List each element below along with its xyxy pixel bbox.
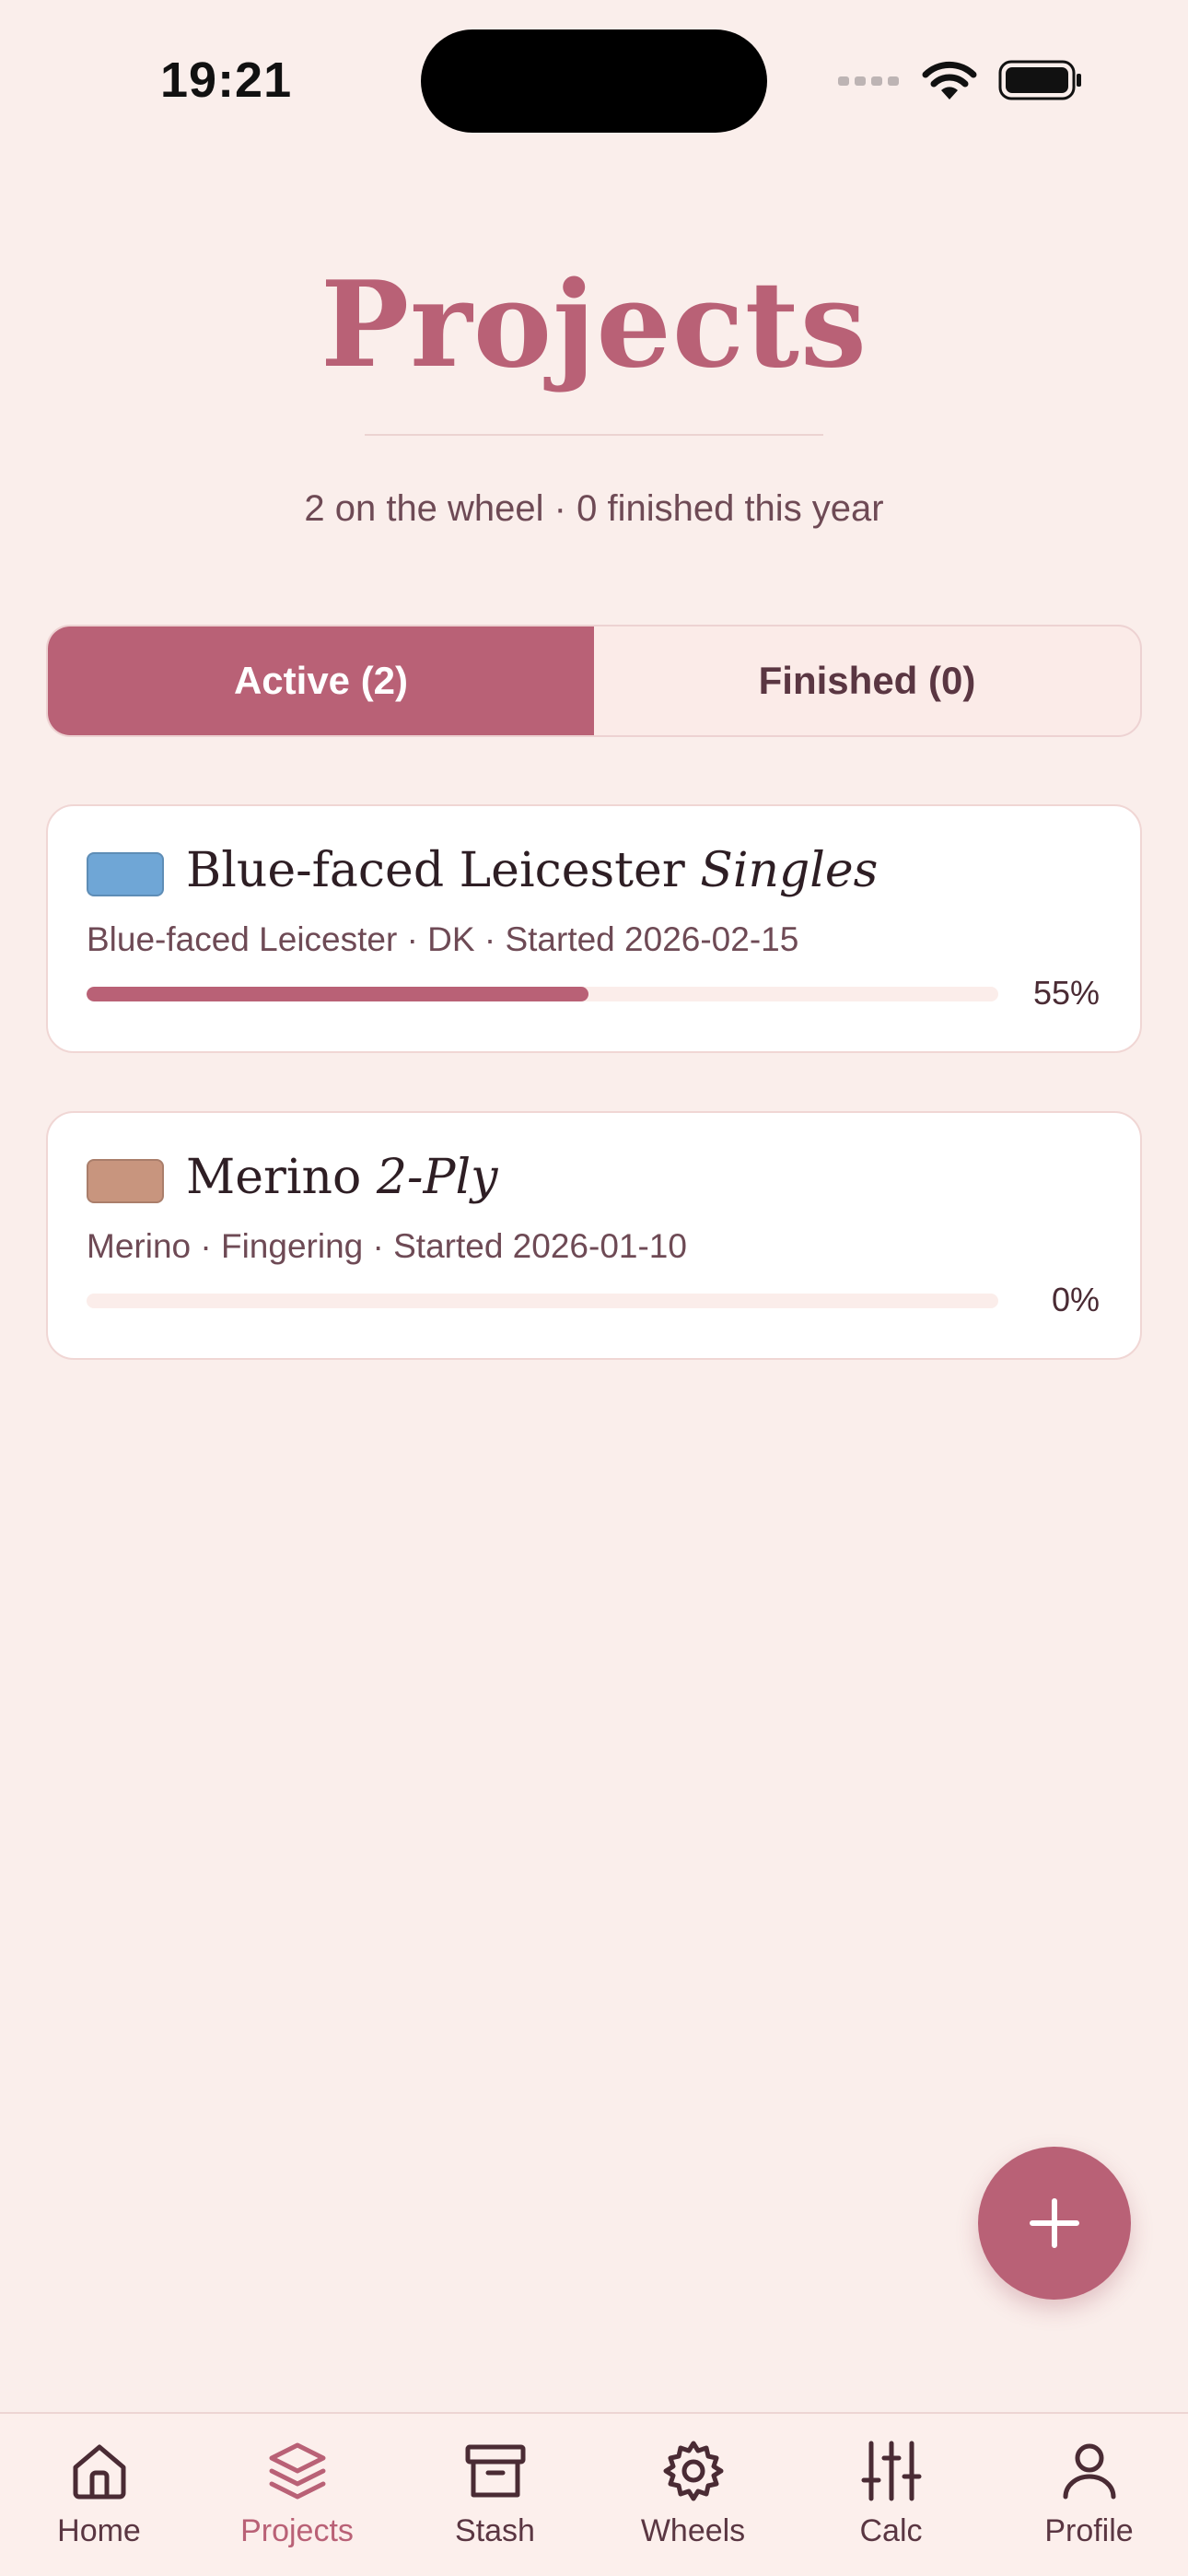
project-card[interactable]: Blue-faced Leicester Singles Blue-faced … bbox=[46, 804, 1142, 1053]
sliders-icon bbox=[861, 2441, 921, 2501]
project-meta: Merino · Fingering · Started 2026-01-10 bbox=[87, 1227, 687, 1265]
progress-bar bbox=[87, 987, 998, 1001]
status-icons bbox=[838, 57, 1083, 103]
yarn-color-swatch bbox=[87, 1159, 164, 1203]
tab-label: Stash bbox=[455, 2513, 535, 2548]
page-subtitle: 2 on the wheel · 0 finished this year bbox=[304, 488, 884, 529]
tab-projects[interactable]: Projects bbox=[198, 2414, 396, 2576]
title-divider bbox=[365, 434, 823, 436]
wifi-icon bbox=[922, 61, 977, 100]
plus-icon bbox=[1030, 2198, 1079, 2248]
project-ply-style: Singles bbox=[700, 843, 879, 898]
battery-icon bbox=[998, 60, 1081, 100]
progress-bar bbox=[87, 1294, 998, 1308]
tab-label: Calc bbox=[859, 2513, 923, 2548]
project-fiber-name: Blue-faced Leicester bbox=[186, 843, 685, 898]
archive-box-icon bbox=[465, 2444, 525, 2498]
tab-finished-projects[interactable]: Finished (0) bbox=[594, 626, 1140, 735]
tab-label: Home bbox=[57, 2513, 141, 2548]
project-title: Merino 2-Ply bbox=[186, 1150, 498, 1205]
home-icon bbox=[73, 2444, 125, 2500]
tab-label: Profile bbox=[1044, 2513, 1134, 2548]
project-title: Blue-faced Leicester Singles bbox=[186, 843, 878, 898]
progress-percent: 55% bbox=[1032, 974, 1100, 1012]
tab-label: Wheels bbox=[640, 2513, 746, 2548]
layers-icon bbox=[269, 2442, 325, 2500]
add-project-button[interactable] bbox=[978, 2147, 1131, 2300]
cellular-signal-icon bbox=[838, 76, 899, 86]
yarn-color-swatch bbox=[87, 852, 164, 896]
project-card[interactable]: Merino 2-Ply Merino · Fingering · Starte… bbox=[46, 1111, 1142, 1360]
status-time: 19:21 bbox=[160, 53, 293, 108]
tab-profile[interactable]: Profile bbox=[990, 2414, 1188, 2576]
tab-active-projects[interactable]: Active (2) bbox=[48, 626, 594, 735]
tab-stash[interactable]: Stash bbox=[396, 2414, 594, 2576]
project-filter-segmented-control: Active (2) Finished (0) bbox=[46, 625, 1142, 737]
progress-fill bbox=[87, 987, 588, 1001]
tab-wheels[interactable]: Wheels bbox=[594, 2414, 792, 2576]
tab-label: Projects bbox=[240, 2513, 354, 2548]
project-ply-style: 2-Ply bbox=[376, 1150, 498, 1205]
tab-calc[interactable]: Calc bbox=[792, 2414, 990, 2576]
project-meta: Blue-faced Leicester · DK · Started 2026… bbox=[87, 920, 799, 958]
progress-percent: 0% bbox=[1051, 1281, 1100, 1318]
dynamic-island bbox=[421, 29, 767, 133]
project-fiber-name: Merino bbox=[186, 1150, 362, 1205]
user-icon bbox=[1063, 2443, 1115, 2500]
gear-icon bbox=[663, 2441, 723, 2501]
page-title: Projects bbox=[320, 256, 868, 394]
projects-screen: 19:21 Projects 2 on the wheel · 0 finish… bbox=[0, 0, 1188, 2576]
bottom-tab-bar: Home Projects Stash Wheels Calc Profile bbox=[0, 2412, 1188, 2576]
tab-home[interactable]: Home bbox=[0, 2414, 198, 2576]
